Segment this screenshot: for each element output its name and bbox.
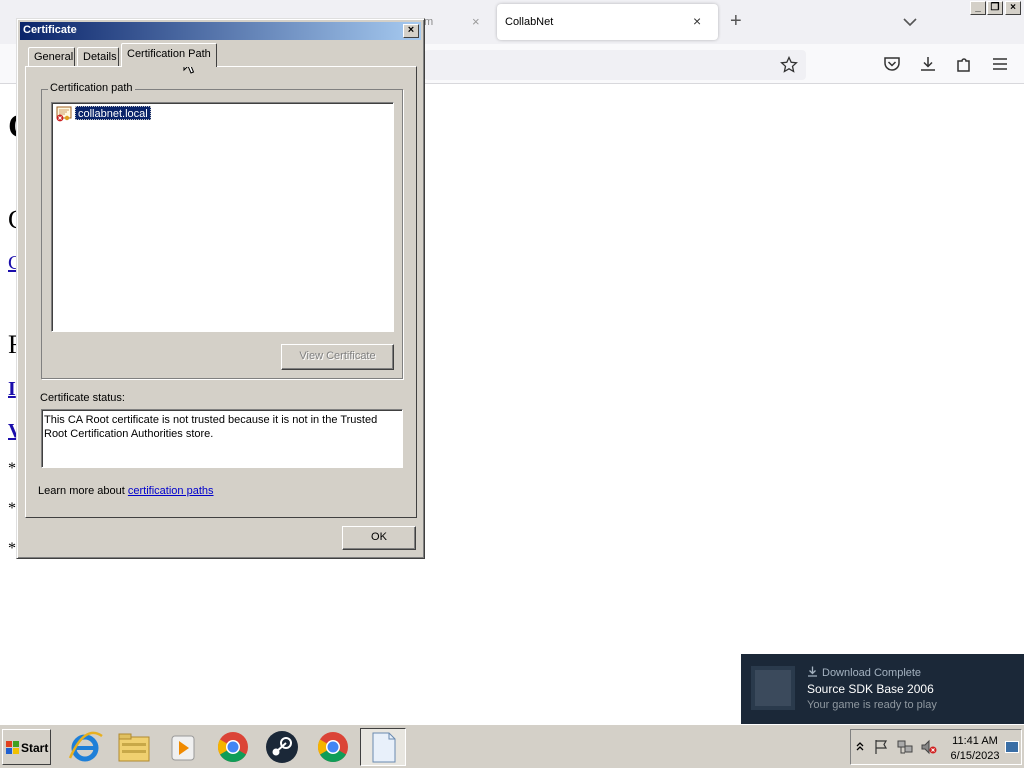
certificate-status-text[interactable]: This CA Root certificate is not trusted … xyxy=(41,409,403,468)
browser-tab-active-title: CollabNet xyxy=(505,16,554,28)
start-button[interactable]: Start xyxy=(2,729,51,765)
media-player-icon xyxy=(171,735,195,761)
window-close-button[interactable]: × xyxy=(1005,1,1021,15)
certification-path-panel: Certification path collabnet.local View … xyxy=(25,66,417,518)
download-complete-notification[interactable]: Download Complete Source SDK Base 2006 Y… xyxy=(741,654,1024,724)
certification-path-group-label: Certification path xyxy=(48,82,135,94)
tree-item-label: collabnet.local xyxy=(75,106,151,120)
chevron-down-icon[interactable] xyxy=(900,12,920,32)
download-icon xyxy=(808,666,817,677)
document-icon xyxy=(372,732,396,763)
taskbar-app-explorer[interactable] xyxy=(111,728,157,766)
browser-tab-inactive[interactable]: m × xyxy=(424,5,490,39)
chrome-icon xyxy=(217,732,248,763)
certification-paths-link[interactable]: certification paths xyxy=(128,485,214,497)
windows-logo-icon xyxy=(6,741,19,754)
ok-button[interactable]: OK xyxy=(342,526,416,550)
certificate-status-label: Certificate status: xyxy=(40,392,125,404)
taskbar-app-chrome-2[interactable] xyxy=(310,728,356,766)
taskbar: Start 11:41 AM 6/15/2023 xyxy=(0,724,1024,768)
pocket-icon[interactable] xyxy=(883,55,901,73)
taskbar-app-ie[interactable] xyxy=(62,728,108,766)
page-link-fragment[interactable]: I xyxy=(8,378,16,401)
page-bullet-fragment: * xyxy=(8,500,16,517)
taskbar-app-document[interactable] xyxy=(360,728,406,766)
bookmark-star-icon[interactable] xyxy=(780,56,798,74)
clock-date: 6/15/2023 xyxy=(950,750,1000,762)
notification-game-name: Source SDK Base 2006 xyxy=(807,682,934,696)
show-desktop-icon[interactable] xyxy=(1005,741,1019,753)
taskbar-app-chrome[interactable] xyxy=(210,728,256,766)
file-explorer-icon xyxy=(118,733,150,762)
extensions-icon[interactable] xyxy=(955,55,973,73)
browser-tab-active[interactable]: CollabNet × xyxy=(497,4,718,40)
taskbar-app-media-player[interactable] xyxy=(160,728,206,766)
downloads-icon[interactable] xyxy=(919,55,937,73)
chevron-up-icon[interactable] xyxy=(855,741,865,753)
game-thumbnail xyxy=(751,666,795,710)
clock-time: 11:41 AM xyxy=(952,735,998,747)
tab-certification-path[interactable]: Certification Path xyxy=(121,43,217,67)
start-label: Start xyxy=(21,741,49,755)
close-icon[interactable]: × xyxy=(693,13,701,29)
tab-general[interactable]: General xyxy=(28,47,75,67)
page-bullet-fragment: * xyxy=(8,460,16,477)
view-certificate-button[interactable]: View Certificate xyxy=(281,344,394,370)
dialog-title: Certificate xyxy=(23,24,77,36)
menu-icon[interactable] xyxy=(991,55,1009,73)
certificate-dialog: Certificate × General Details Certificat… xyxy=(16,18,425,559)
learn-more-prefix: Learn more about xyxy=(38,485,125,497)
restore-button[interactable]: ❐ xyxy=(987,1,1003,15)
clock[interactable]: 11:41 AM 6/15/2023 xyxy=(947,734,1003,764)
taskbar-app-steam[interactable] xyxy=(259,728,305,766)
address-bar[interactable] xyxy=(424,50,806,80)
minimize-button[interactable]: _ xyxy=(970,1,986,15)
browser-tab-inactive-title: m xyxy=(424,16,434,28)
chrome-icon xyxy=(317,732,348,763)
close-icon[interactable]: × xyxy=(472,14,480,29)
dialog-close-button[interactable]: × xyxy=(403,24,419,38)
system-tray: 11:41 AM 6/15/2023 xyxy=(850,729,1022,765)
tab-details[interactable]: Details xyxy=(77,47,119,67)
notification-title: Download Complete xyxy=(822,667,922,679)
internet-explorer-icon xyxy=(68,731,103,762)
notification-message: Your game is ready to play xyxy=(807,699,937,711)
page-bullet-fragment: * xyxy=(8,540,16,557)
certification-path-tree[interactable]: collabnet.local xyxy=(51,102,394,332)
flag-icon[interactable] xyxy=(873,739,889,755)
certification-path-group: Certification path collabnet.local View … xyxy=(41,82,403,379)
new-tab-button[interactable]: + xyxy=(730,9,742,33)
network-icon[interactable] xyxy=(897,739,913,755)
notification-header: Download Complete xyxy=(807,666,921,679)
dialog-title-bar[interactable]: Certificate × xyxy=(20,22,421,40)
learn-more-text: Learn more about certification paths xyxy=(38,485,214,497)
volume-muted-icon[interactable] xyxy=(921,739,937,755)
certificate-error-icon xyxy=(56,106,72,122)
steam-icon xyxy=(266,731,298,763)
